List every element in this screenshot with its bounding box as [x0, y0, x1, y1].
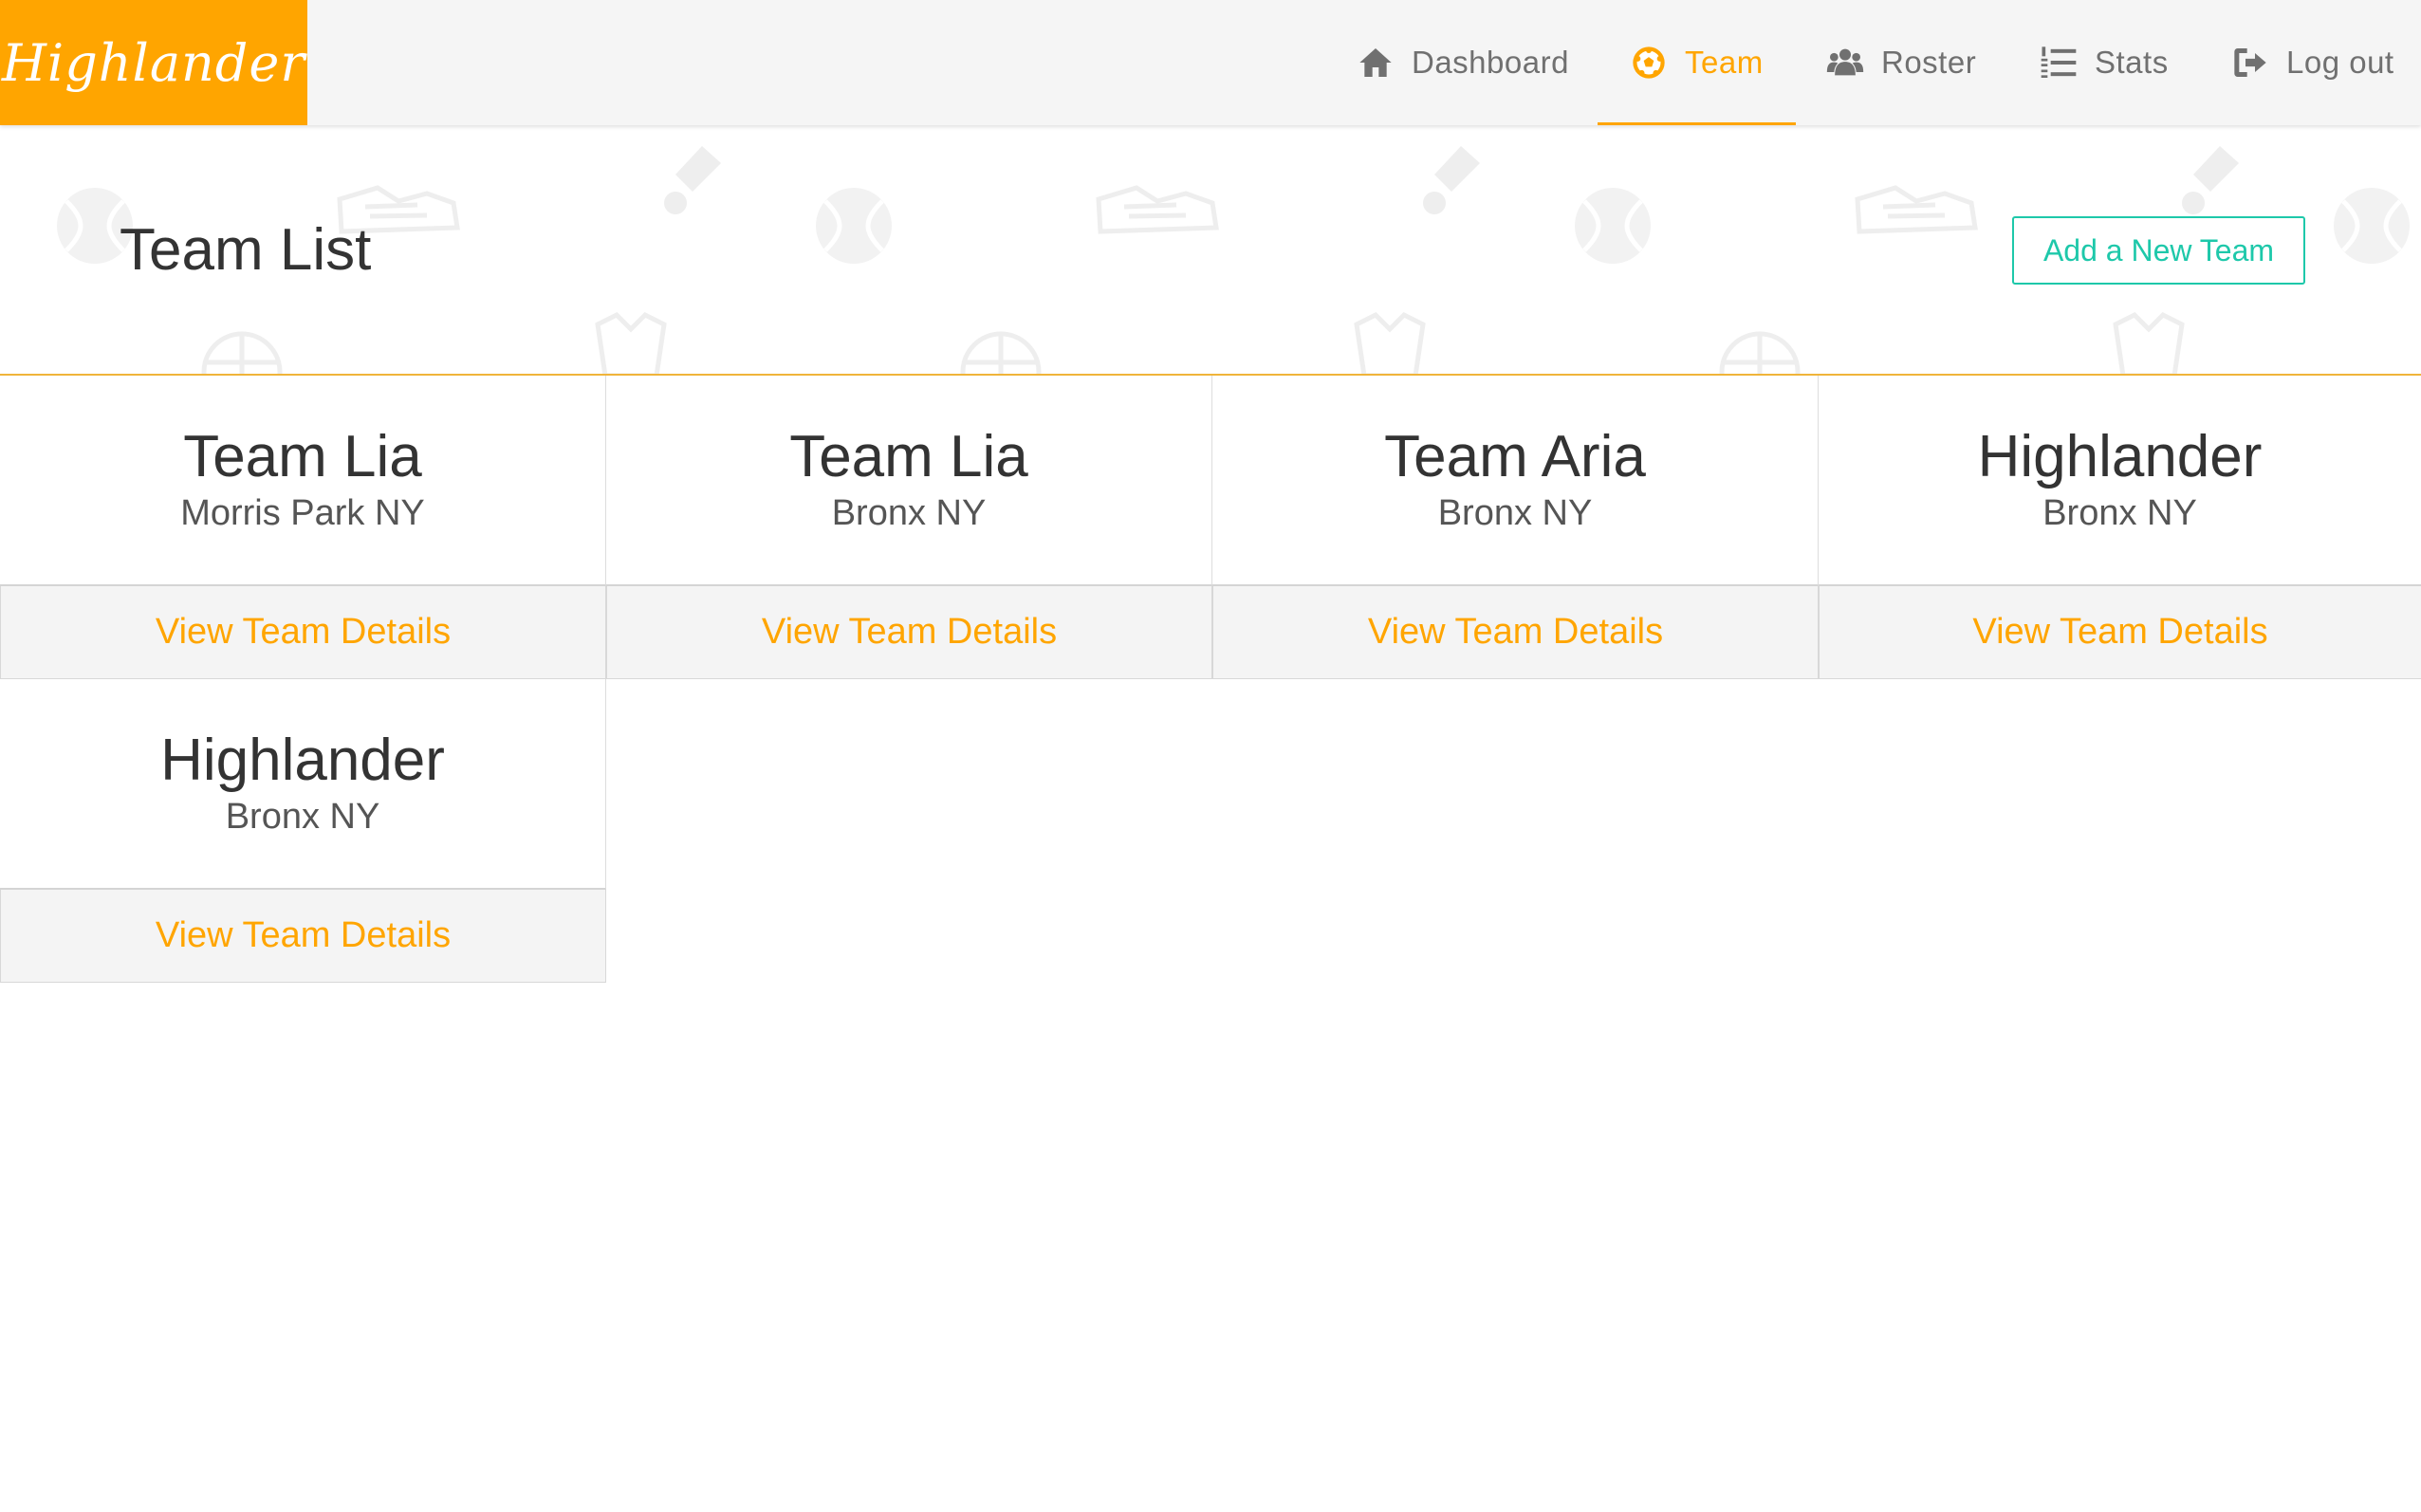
- nav-label-roster: Roster: [1881, 45, 1977, 80]
- team-card-body: Team Lia Bronx NY: [606, 376, 1212, 586]
- list-ordered-icon: [2041, 46, 2077, 78]
- team-location: Bronx NY: [2042, 493, 2197, 533]
- page-header: Team List Add a New Team: [0, 125, 2421, 376]
- view-team-details-button[interactable]: View Team Details: [1819, 586, 2421, 679]
- team-card-body: Team Lia Morris Park NY: [0, 376, 606, 586]
- team-card: Team Lia Morris Park NY View Team Detail…: [0, 376, 606, 679]
- nav-item-roster[interactable]: Roster: [1826, 0, 1976, 125]
- team-location: Morris Park NY: [180, 493, 425, 533]
- team-card: Highlander Bronx NY View Team Details: [0, 679, 606, 983]
- nav-label-stats: Stats: [2095, 45, 2169, 80]
- team-name: Highlander: [1977, 424, 2263, 489]
- home-icon: [1359, 48, 1392, 77]
- page-title: Team List: [120, 217, 372, 283]
- nav-item-team[interactable]: Team: [1598, 0, 1796, 125]
- add-team-button[interactable]: Add a New Team: [2012, 216, 2305, 285]
- team-card-body: Team Aria Bronx NY: [1212, 376, 1819, 586]
- team-location: Bronx NY: [1437, 493, 1593, 533]
- nav-item-stats[interactable]: Stats: [2040, 0, 2169, 125]
- nav-item-dashboard[interactable]: Dashboard: [1357, 0, 1569, 125]
- team-name: Team Lia: [183, 424, 422, 489]
- view-team-details-button[interactable]: View Team Details: [0, 586, 606, 679]
- team-name: Team Lia: [789, 424, 1028, 489]
- brand-name: Highlander: [1, 32, 306, 93]
- nav-label-dashboard: Dashboard: [1412, 45, 1569, 80]
- nav-item-logout[interactable]: Log out: [2231, 0, 2394, 125]
- top-navbar: Highlander Dashboard Team Roster Stats L…: [0, 0, 2421, 125]
- team-card: Highlander Bronx NY View Team Details: [1819, 376, 2421, 679]
- team-card-body: Highlander Bronx NY: [1819, 376, 2421, 586]
- view-team-details-button[interactable]: View Team Details: [606, 586, 1212, 679]
- team-name: Team Aria: [1384, 424, 1646, 489]
- team-location: Bronx NY: [225, 797, 380, 837]
- users-icon: [1826, 48, 1864, 76]
- team-card: Team Lia Bronx NY View Team Details: [606, 376, 1212, 679]
- team-location: Bronx NY: [831, 493, 987, 533]
- soccer-ball-icon: [1633, 46, 1665, 79]
- view-team-details-button[interactable]: View Team Details: [0, 890, 606, 983]
- view-team-details-button[interactable]: View Team Details: [1212, 586, 1819, 679]
- team-card: Team Aria Bronx NY View Team Details: [1212, 376, 1819, 679]
- team-card-body: Highlander Bronx NY: [0, 679, 606, 890]
- brand-logo[interactable]: Highlander: [0, 0, 307, 125]
- team-name: Highlander: [160, 728, 445, 793]
- nav-label-team: Team: [1685, 45, 1764, 80]
- nav-label-logout: Log out: [2286, 45, 2394, 80]
- sign-out-icon: [2234, 48, 2266, 77]
